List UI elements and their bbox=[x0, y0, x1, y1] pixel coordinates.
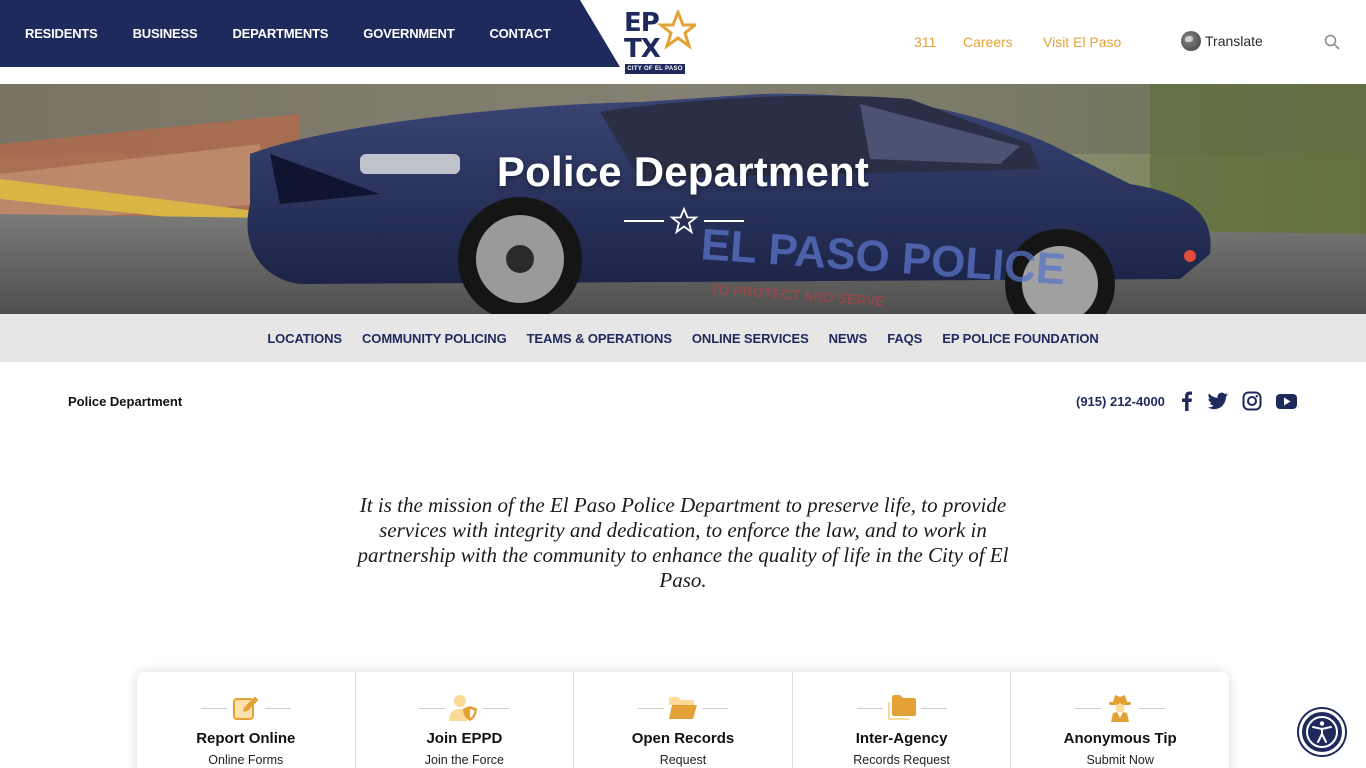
title-divider-star-icon bbox=[624, 206, 744, 235]
phone-link[interactable]: (915) 212-4000 bbox=[1076, 394, 1165, 409]
subnav-teams-operations[interactable]: TEAMS & OPERATIONS bbox=[527, 331, 672, 346]
instagram-icon[interactable] bbox=[1241, 391, 1263, 411]
subnav-ep-police-foundation[interactable]: EP POLICE FOUNDATION bbox=[942, 331, 1099, 346]
logo-city-label: CITY OF EL PASO bbox=[625, 64, 685, 74]
quick-links-cards: Report Online Online Forms Join EPPD Joi… bbox=[137, 672, 1229, 768]
card-title: Anonymous Tip bbox=[1063, 730, 1177, 747]
detective-icon bbox=[1109, 695, 1132, 722]
card-join-eppd[interactable]: Join EPPD Join the Force bbox=[356, 672, 575, 768]
user-shield-icon bbox=[449, 695, 478, 721]
card-subtitle: Online Forms bbox=[208, 753, 284, 767]
top-bar: RESIDENTS BUSINESS DEPARTMENTS GOVERNMEN… bbox=[0, 0, 1366, 84]
subnav-locations[interactable]: LOCATIONS bbox=[267, 331, 342, 346]
translate-button[interactable]: Translate bbox=[1181, 31, 1263, 51]
city-logo[interactable]: EP TX CITY OF EL PASO bbox=[620, 8, 696, 76]
main-nav: RESIDENTS BUSINESS DEPARTMENTS GOVERNMEN… bbox=[0, 0, 620, 67]
edit-icon bbox=[232, 696, 259, 720]
link-careers[interactable]: Careers bbox=[963, 34, 1013, 50]
department-subnav: LOCATIONS COMMUNITY POLICING TEAMS & OPE… bbox=[0, 314, 1366, 362]
page-title: Police Department bbox=[496, 148, 870, 195]
link-visit-el-paso[interactable]: Visit El Paso bbox=[1043, 34, 1121, 50]
subnav-news[interactable]: NEWS bbox=[829, 331, 868, 346]
nav-business[interactable]: BUSINESS bbox=[133, 26, 198, 41]
hero-banner: EL PASO POLICE TO PROTECT AND SERVE Poli… bbox=[0, 84, 1366, 314]
subnav-faqs[interactable]: FAQS bbox=[887, 331, 922, 346]
logo-tx: TX bbox=[624, 34, 661, 64]
folder-open-icon bbox=[668, 697, 697, 719]
mission-statement: It is the mission of the El Paso Police … bbox=[357, 493, 1009, 592]
card-subtitle: Records Request bbox=[853, 753, 950, 767]
card-report-online[interactable]: Report Online Online Forms bbox=[137, 672, 356, 768]
card-subtitle: Request bbox=[659, 753, 707, 767]
card-inter-agency[interactable]: Inter-Agency Records Request bbox=[793, 672, 1012, 768]
logo-star-icon bbox=[656, 10, 696, 50]
breadcrumb[interactable]: Police Department bbox=[68, 394, 182, 409]
card-subtitle: Join the Force bbox=[424, 753, 504, 767]
link-311[interactable]: 311 bbox=[914, 34, 936, 50]
nav-residents[interactable]: RESIDENTS bbox=[25, 26, 98, 41]
twitter-icon[interactable] bbox=[1207, 391, 1229, 411]
facebook-icon[interactable] bbox=[1176, 391, 1198, 411]
hero-police-car-image: EL PASO POLICE TO PROTECT AND SERVE bbox=[0, 84, 1366, 314]
card-title: Inter-Agency bbox=[855, 730, 948, 747]
folders-icon bbox=[887, 695, 916, 720]
subnav-online-services[interactable]: ONLINE SERVICES bbox=[692, 331, 809, 346]
card-anonymous-tip[interactable]: Anonymous Tip Submit Now bbox=[1011, 672, 1229, 768]
search-icon[interactable] bbox=[1324, 34, 1340, 50]
card-title: Report Online bbox=[196, 730, 296, 747]
nav-departments[interactable]: DEPARTMENTS bbox=[232, 26, 328, 41]
youtube-icon[interactable] bbox=[1275, 391, 1297, 411]
card-subtitle: Submit Now bbox=[1086, 753, 1154, 767]
translate-label: Translate bbox=[1205, 33, 1263, 49]
nav-contact[interactable]: CONTACT bbox=[489, 26, 550, 41]
globe-icon bbox=[1181, 31, 1201, 51]
nav-government[interactable]: GOVERNMENT bbox=[363, 26, 454, 41]
card-title: Join EPPD bbox=[426, 730, 503, 747]
card-open-records[interactable]: Open Records Request bbox=[574, 672, 793, 768]
accessibility-button[interactable] bbox=[1299, 709, 1345, 755]
card-title: Open Records bbox=[631, 730, 735, 747]
subnav-community-policing[interactable]: COMMUNITY POLICING bbox=[362, 331, 507, 346]
accessibility-icon bbox=[1306, 716, 1338, 748]
